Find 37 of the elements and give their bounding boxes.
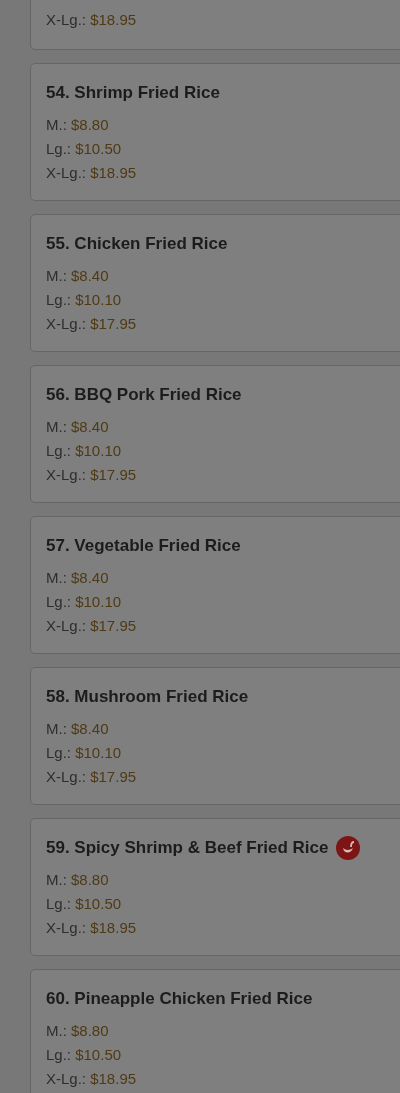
menu-item-card[interactable]: 56. BBQ Pork Fried Rice M.: $8.40 Lg.: $10.10 X-Lg.: $17.95 — [30, 365, 400, 503]
price-line: X-Lg.: $18.95 — [46, 10, 138, 30]
price-line: X-Lg.: $17.95 — [46, 616, 138, 636]
price-line: M.: $8.40 — [46, 568, 110, 588]
price-line: M.: $8.40 — [46, 417, 110, 437]
item-title: 56. BBQ Pork Fried Rice — [46, 384, 242, 406]
price-line: M.: $8.40 — [46, 719, 110, 739]
price-line: Lg.: $10.50 — [46, 139, 123, 159]
menu-item-card[interactable]: 58. Mushroom Fried Rice M.: $8.40 Lg.: $10.10 X-Lg.: $17.95 — [30, 667, 400, 805]
menu-item-card[interactable]: 55. Chicken Fried Rice M.: $8.40 Lg.: $10.10 X-Lg.: $17.95 — [30, 214, 400, 352]
price-line: M.: $8.80 — [46, 115, 110, 135]
item-title: 54. Shrimp Fried Rice — [46, 82, 220, 104]
price-line: X-Lg.: $17.95 — [46, 314, 138, 334]
menu-item-card[interactable]: X-Lg.: $18.95 — [30, 0, 400, 50]
price-line: Lg.: $10.50 — [46, 894, 123, 914]
menu-item-card[interactable]: 57. Vegetable Fried Rice M.: $8.40 Lg.: $10.10 X-Lg.: $17.95 — [30, 516, 400, 654]
price-line: X-Lg.: $17.95 — [46, 767, 138, 787]
price-line: M.: $8.80 — [46, 870, 110, 890]
menu-item-card[interactable]: 54. Shrimp Fried Rice M.: $8.80 Lg.: $10.50 X-Lg.: $18.95 — [30, 63, 400, 201]
price-line: Lg.: $10.10 — [46, 441, 123, 461]
price-line: Lg.: $10.10 — [46, 592, 123, 612]
price-line: M.: $8.80 — [46, 1021, 110, 1041]
price-line: X-Lg.: $17.95 — [46, 465, 138, 485]
price-line: Lg.: $10.50 — [46, 1045, 123, 1065]
menu-item-card[interactable]: 59. Spicy Shrimp & Beef Fried Rice M.: $8.80 Lg.: $10.50 X-Lg.: $18.95 — [30, 818, 400, 956]
price-line: Lg.: $10.10 — [46, 290, 123, 310]
item-title: 57. Vegetable Fried Rice — [46, 535, 241, 557]
item-title: 59. Spicy Shrimp & Beef Fried Rice — [46, 837, 329, 859]
price-line: X-Lg.: $18.95 — [46, 918, 138, 938]
price-line: M.: $8.40 — [46, 266, 110, 286]
item-title: 55. Chicken Fried Rice — [46, 233, 228, 255]
price-line: X-Lg.: $18.95 — [46, 1069, 138, 1089]
menu-item-card[interactable]: 60. Pineapple Chicken Fried Rice M.: $8.80 Lg.: $10.50 X-Lg.: $18.95 — [30, 969, 400, 1093]
price-line: Lg.: $10.10 — [46, 743, 123, 763]
item-title: 58. Mushroom Fried Rice — [46, 686, 249, 708]
item-title: 60. Pineapple Chicken Fried Rice — [46, 988, 313, 1010]
price-line: X-Lg.: $18.95 — [46, 163, 138, 183]
